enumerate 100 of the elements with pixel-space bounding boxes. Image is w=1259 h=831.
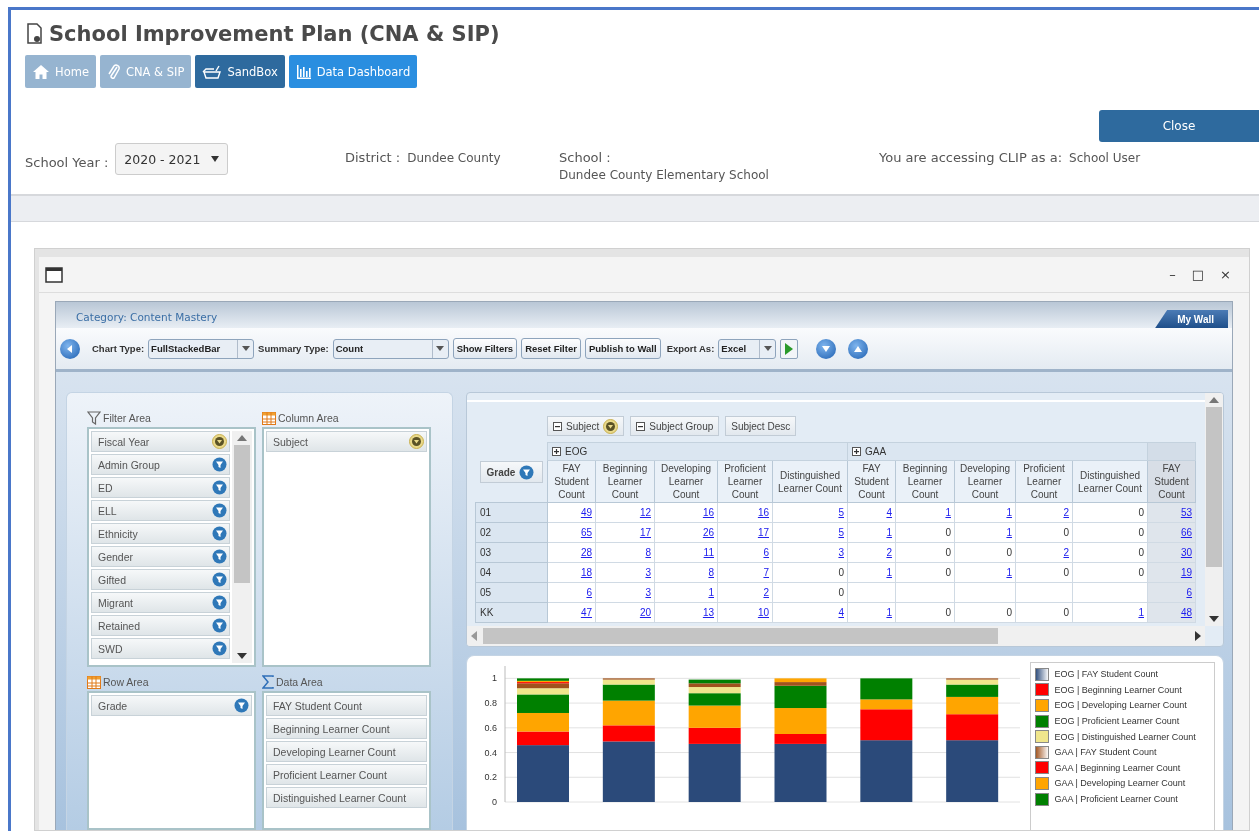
cell-value: 0: [1138, 567, 1144, 578]
cell-link[interactable]: 4: [838, 607, 844, 618]
right-arrow-icon: [1195, 631, 1201, 641]
cell-link[interactable]: 2: [1063, 547, 1069, 558]
cell-link[interactable]: 1: [886, 527, 892, 538]
scrollbar[interactable]: [1205, 393, 1223, 626]
toolbar-button[interactable]: Show Filters: [452, 338, 518, 359]
cell-link[interactable]: 13: [702, 607, 714, 618]
cell-link[interactable]: 2: [1063, 507, 1069, 518]
nav-button[interactable]: SandBox: [195, 55, 285, 88]
cell-link[interactable]: 30: [1180, 547, 1192, 558]
cell-link[interactable]: 7: [763, 567, 769, 578]
column-field-chip[interactable]: Subject Group: [630, 416, 720, 436]
field-chip[interactable]: ED: [91, 477, 230, 498]
cell-link[interactable]: 1: [886, 567, 892, 578]
area-title: Filter Area: [103, 412, 151, 424]
field-chip[interactable]: Developing Learner Count: [266, 741, 427, 762]
cell-link[interactable]: 49: [580, 507, 592, 518]
cell-link[interactable]: 18: [580, 567, 592, 578]
window-control[interactable]: –: [1161, 267, 1184, 282]
cell-link[interactable]: 16: [757, 507, 769, 518]
window-control[interactable]: ×: [1212, 267, 1239, 282]
cell-link[interactable]: 20: [639, 607, 651, 618]
column-group-header: EOG: [547, 442, 848, 461]
field-chip[interactable]: SWD: [91, 638, 230, 659]
column-field-chip[interactable]: Subject: [547, 416, 625, 436]
field-chip[interactable]: Grade: [91, 695, 252, 716]
summary-type-select[interactable]: Count: [332, 338, 449, 359]
cell-link[interactable]: 3: [838, 547, 844, 558]
close-button[interactable]: Close: [1099, 110, 1259, 142]
cell-link[interactable]: 1: [708, 587, 714, 598]
field-chip[interactable]: ELL: [91, 500, 230, 521]
my-wall-tab[interactable]: My Wall: [1155, 310, 1228, 328]
toolbar-button[interactable]: Publish to Wall: [584, 338, 661, 359]
expand-icon: [552, 446, 561, 456]
cell-link[interactable]: 26: [702, 527, 714, 538]
export-label: Export As:: [666, 343, 715, 354]
cell-link[interactable]: 1: [1138, 607, 1144, 618]
field-chip[interactable]: Ethnicity: [91, 523, 230, 544]
cell-link[interactable]: 3: [645, 567, 651, 578]
column-header: Developing Learner Count: [654, 460, 718, 503]
field-chip[interactable]: Proficient Learner Count: [266, 764, 427, 785]
cell-link[interactable]: 3: [645, 587, 651, 598]
caret-icon: [436, 346, 445, 351]
down-button[interactable]: [816, 338, 837, 359]
cell-link[interactable]: 66: [1180, 527, 1192, 538]
field-chip[interactable]: Beginning Learner Count: [266, 718, 427, 739]
cell-link[interactable]: 28: [580, 547, 592, 558]
window-control[interactable]: □: [1183, 267, 1213, 282]
cell-link[interactable]: 2: [763, 587, 769, 598]
cell-link[interactable]: 4: [886, 507, 892, 518]
cell-link[interactable]: 10: [757, 607, 769, 618]
cell-link[interactable]: 1: [886, 607, 892, 618]
export-select[interactable]: Excel: [718, 338, 777, 359]
cell-link[interactable]: 1: [1006, 567, 1012, 578]
up-button[interactable]: [848, 338, 869, 359]
toolbar-button[interactable]: Reset Filter: [521, 338, 581, 359]
chart-type-select[interactable]: FullStackedBar: [148, 338, 255, 359]
field-chip[interactable]: Migrant: [91, 592, 230, 613]
cell-link[interactable]: 65: [580, 527, 592, 538]
cell-link[interactable]: 11: [703, 547, 714, 558]
cell-link[interactable]: 5: [838, 527, 844, 538]
field-chip[interactable]: Retained: [91, 615, 230, 636]
field-chip[interactable]: Subject: [266, 431, 427, 452]
cell-link[interactable]: 1: [1006, 527, 1012, 538]
cell-link[interactable]: 6: [586, 587, 592, 598]
cell-link[interactable]: 12: [639, 507, 651, 518]
filter-icon: [234, 698, 249, 713]
cell-link[interactable]: 48: [1180, 607, 1192, 618]
cell-link[interactable]: 1: [945, 507, 951, 518]
field-chip[interactable]: Gifted: [91, 569, 230, 590]
cell-link[interactable]: 53: [1180, 507, 1192, 518]
field-chip[interactable]: FAY Student Count: [266, 695, 427, 716]
cell-value: 0: [1006, 547, 1012, 558]
legend-label: EOG | Developing Learner Count: [1054, 700, 1187, 711]
cell-link[interactable]: 6: [763, 547, 769, 558]
filter-icon: [212, 549, 227, 564]
cell-link[interactable]: 8: [645, 547, 651, 558]
cell-link[interactable]: 2: [886, 547, 892, 558]
field-chip[interactable]: Admin Group: [91, 454, 230, 475]
school-year-select[interactable]: 2020 - 2021: [115, 143, 229, 175]
row-field-chip[interactable]: Grade: [479, 461, 543, 484]
scrollbar[interactable]: [467, 626, 1205, 646]
cell-link[interactable]: 19: [1180, 567, 1192, 578]
field-chip[interactable]: Fiscal Year: [91, 431, 230, 452]
column-field-chip[interactable]: Subject Desc: [725, 416, 797, 436]
cell-link[interactable]: 8: [708, 567, 714, 578]
cell-link[interactable]: 17: [757, 527, 769, 538]
column-header: FAY Student Count: [547, 460, 596, 503]
field-chip[interactable]: Gender: [91, 546, 230, 567]
back-button[interactable]: [60, 338, 80, 359]
scrollbar[interactable]: [232, 431, 252, 663]
cell-link[interactable]: 1: [1006, 507, 1012, 518]
run-button[interactable]: [780, 338, 799, 359]
cell-link[interactable]: 6: [1186, 587, 1192, 598]
field-chip[interactable]: Distinguished Learner Count: [266, 787, 427, 808]
cell-link[interactable]: 17: [639, 527, 651, 538]
cell-link[interactable]: 5: [838, 507, 844, 518]
cell-link[interactable]: 47: [580, 607, 592, 618]
cell-link[interactable]: 16: [702, 507, 714, 518]
